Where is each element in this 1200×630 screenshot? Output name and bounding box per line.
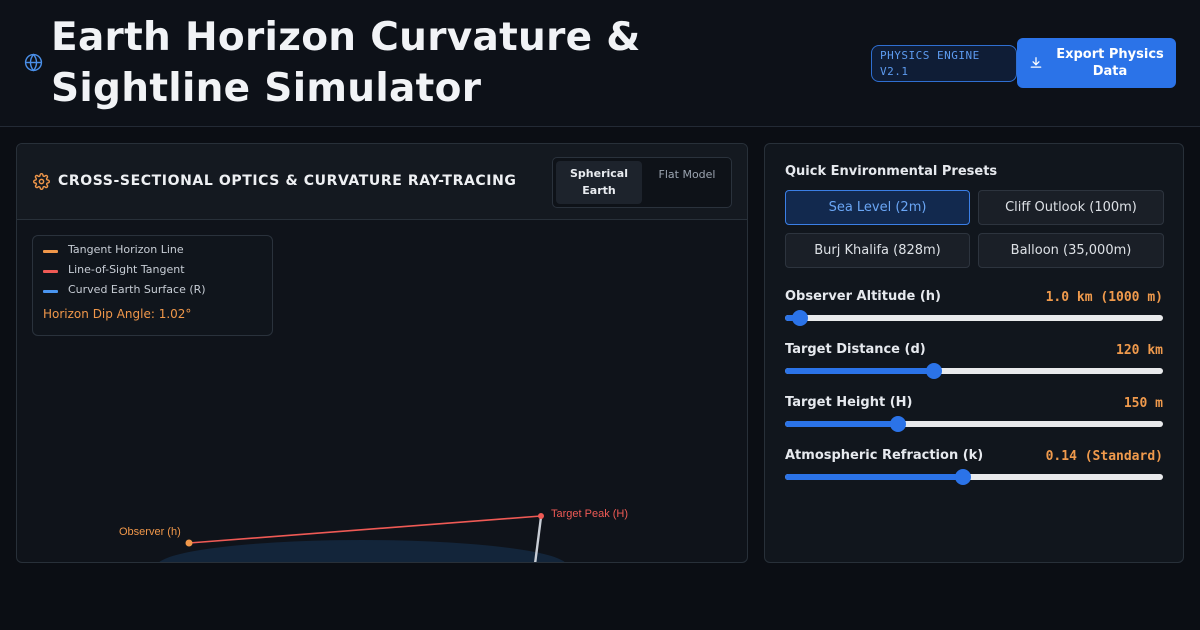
slider-fill [785, 421, 899, 427]
target-height-value: 150 m [1123, 396, 1163, 411]
line-of-sight [188, 515, 542, 544]
target-height-label: Target Height (H) [785, 395, 913, 410]
observer-altitude-slider[interactable] [785, 310, 1163, 326]
refraction-value: 0.14 (Standard) [1045, 449, 1163, 464]
gear-icon [33, 173, 50, 190]
version-badge: PHYSICS ENGINE V2.1 [871, 45, 1017, 82]
preset-balloon-button[interactable]: Balloon (35,000m) [978, 233, 1164, 268]
observer-altitude-value: 1.0 km (1000 m) [1045, 290, 1163, 305]
presets-title: Quick Environmental Presets [785, 164, 998, 179]
observer-altitude-label: Observer Altitude (h) [785, 289, 941, 304]
tab-spherical-earth[interactable]: Spherical Earth [556, 161, 642, 204]
model-toggle: Spherical Earth Flat Model [552, 157, 732, 208]
export-data-button[interactable]: Export Physics Data [1017, 38, 1176, 88]
slider-thumb[interactable] [792, 310, 809, 326]
target-peak-marker [538, 513, 544, 519]
refraction-slider[interactable] [785, 469, 1163, 485]
earth-surface [159, 540, 565, 562]
slider-thumb[interactable] [954, 469, 971, 485]
tab-flat-model[interactable]: Flat Model [645, 161, 729, 204]
controls-panel: Quick Environmental Presets Sea Level (2… [764, 143, 1184, 563]
target-height-slider[interactable] [785, 416, 1163, 432]
target-peak-label: Target Peak (H) [551, 508, 628, 520]
slider-thumb[interactable] [926, 363, 943, 379]
observer-label: Observer (h) [119, 526, 181, 538]
target-distance-value: 120 km [1116, 343, 1163, 358]
download-icon [1030, 57, 1042, 68]
visualization-title: CROSS-SECTIONAL OPTICS & CURVATURE RAY-T… [58, 173, 517, 189]
chart-legend: Tangent Horizon Line Line-of-Sight Tange… [32, 235, 273, 336]
refraction-label: Atmospheric Refraction (k) [785, 448, 984, 463]
globe-icon [24, 53, 43, 72]
target-distance-label: Target Distance (d) [785, 342, 926, 357]
export-label: Export Physics Data [1056, 47, 1164, 79]
visualization-panel: CROSS-SECTIONAL OPTICS & CURVATURE RAY-T… [16, 143, 748, 563]
slider-thumb[interactable] [890, 416, 907, 432]
page-title: Earth Horizon Curvature & Sightline Simu… [51, 15, 641, 111]
preset-sea-level-button[interactable]: Sea Level (2m) [785, 190, 970, 225]
preset-cliff-outlook-button[interactable]: Cliff Outlook (100m) [978, 190, 1164, 225]
app-header: Earth Horizon Curvature & Sightline Simu… [0, 0, 1200, 127]
visualization-header: CROSS-SECTIONAL OPTICS & CURVATURE RAY-T… [17, 144, 747, 220]
horizon-dip-readout: Horizon Dip Angle: 1.02° [43, 307, 192, 321]
preset-burj-khalifa-button[interactable]: Burj Khalifa (828m) [785, 233, 970, 268]
slider-fill [785, 474, 963, 480]
target-distance-slider[interactable] [785, 363, 1163, 379]
slider-fill [785, 368, 935, 374]
observer-marker [185, 539, 193, 547]
